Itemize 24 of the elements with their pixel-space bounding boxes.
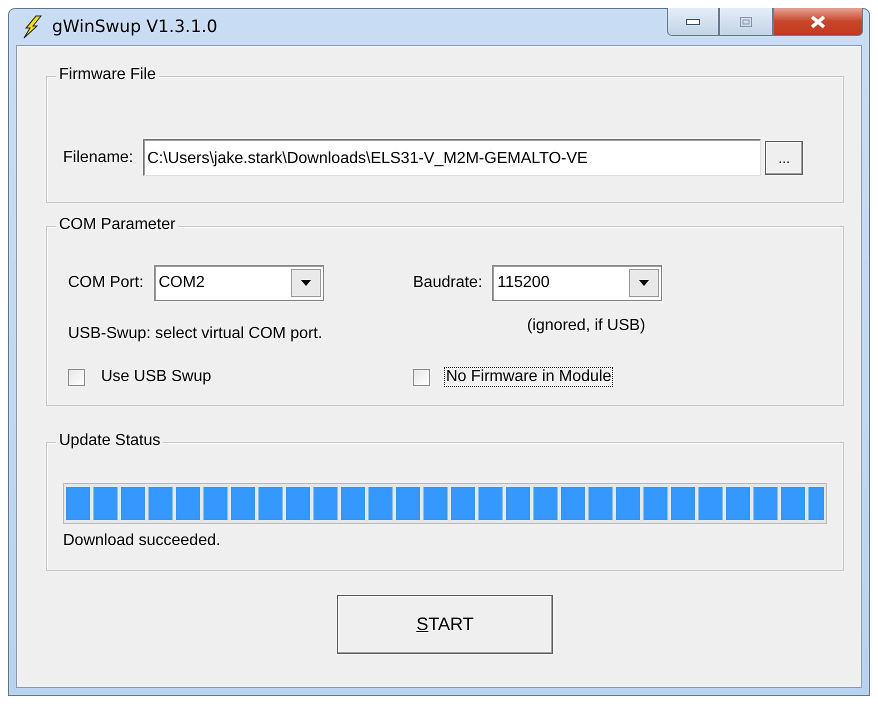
maximize-icon [740,16,752,26]
baudrate-dropdown[interactable]: 115200 [492,265,662,301]
group-label: Update Status [56,432,164,450]
minimize-button[interactable] [667,8,719,36]
browse-button[interactable]: ... [765,140,804,174]
com-port-dropdown[interactable]: COM2 [154,265,324,301]
maximize-button[interactable] [719,8,773,36]
checkbox[interactable] [68,368,85,386]
usb-hint-text: USB-Swup: select virtual COM port. [68,325,324,343]
checkbox[interactable] [413,368,430,386]
baudrate-label: Baudrate: [413,274,482,292]
minimize-icon [686,18,700,24]
lightning-icon [22,15,42,39]
filename-label: Filename: [63,148,134,166]
checkbox-label: Use USB Swup [100,367,212,387]
start-button[interactable]: START [337,595,553,654]
filename-field[interactable]: C:\Users\jake.stark\Downloads\ELS31-V_M2M-GEMALTO-VE [143,139,762,176]
close-icon [809,14,827,28]
status-message: Download succeeded. [63,532,222,550]
baudrate-hint-text: (ignored, if USB) [527,317,646,336]
close-button[interactable] [773,8,863,36]
window-title: gWinSwup V1.3.1.0 [52,17,218,37]
checkbox-label: No Firmware in Module [444,367,614,387]
com-port-label: COM Port: [68,274,144,292]
